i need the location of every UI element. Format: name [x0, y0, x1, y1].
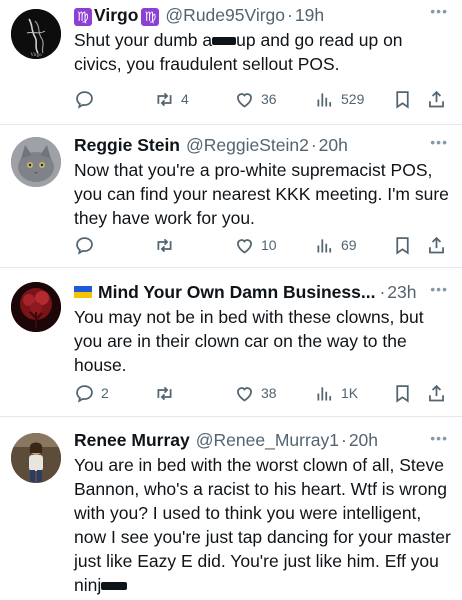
display-name[interactable]: Reggie Stein [74, 134, 180, 156]
separator-dot: · [379, 282, 386, 302]
tweet-text: You may not be in bed with these clowns,… [74, 307, 424, 375]
action-bar: 2 38 1K [74, 381, 450, 405]
views-icon [317, 92, 332, 106]
timestamp[interactable]: 23h [387, 281, 416, 303]
retweet-button[interactable]: 4 [154, 87, 189, 111]
tweet-header: Renee Murray @Renee_Murray1 · 20h [74, 429, 454, 451]
avatar[interactable] [11, 433, 61, 483]
action-bar: 4 36 529 [74, 87, 450, 111]
bookmark-button[interactable] [392, 87, 413, 111]
zodiac-virgo-icon: ♍ [141, 8, 160, 26]
views-icon [317, 238, 332, 252]
reply-icon [76, 384, 93, 403]
display-name[interactable]: Mind Your Own Damn Business... [98, 281, 375, 303]
like-button[interactable]: 38 [234, 381, 277, 405]
retweet-button[interactable] [154, 381, 181, 405]
reply-feed: Virgo ♍ Virgo ♍ @Rude95Virgo · 19h Shut … [0, 0, 462, 600]
tweet-text: Now that you're a pro-white supremacist … [74, 160, 449, 228]
censored-text: ff you [396, 551, 439, 571]
share-button[interactable] [426, 87, 447, 111]
display-name[interactable]: Virgo [94, 4, 138, 26]
share-button[interactable] [426, 233, 447, 257]
like-icon [237, 92, 252, 108]
retweet-icon [157, 238, 172, 252]
reply-icon [76, 90, 93, 109]
avatar-cat-photo [11, 137, 61, 187]
tweet-header: Mind Your Own Damn Business... · 23h [74, 281, 454, 303]
display-name[interactable]: Renee Murray [74, 429, 190, 451]
avatar-virgo-art: Virgo [11, 9, 61, 59]
tweet[interactable]: Virgo ♍ Virgo ♍ @Rude95Virgo · 19h Shut … [0, 0, 462, 125]
timestamp[interactable]: 20h [349, 429, 378, 451]
tweet-header: Reggie Stein @ReggieStein2 · 20h [74, 134, 454, 156]
like-button[interactable]: 10 [234, 233, 277, 257]
share-button[interactable] [426, 381, 447, 405]
bookmark-icon [396, 384, 409, 403]
avatar-red-tree-art [11, 282, 61, 332]
tweet-header: ♍ Virgo ♍ @Rude95Virgo · 19h [74, 4, 454, 26]
views-button[interactable]: 1K [314, 381, 358, 405]
timestamp[interactable]: 19h [295, 4, 324, 26]
more-options-button[interactable]: ••• [430, 282, 448, 296]
separator-dot: · [287, 5, 293, 25]
retweet-button[interactable] [154, 233, 181, 257]
handle[interactable]: @Renee_Murray1 [196, 429, 339, 451]
more-options-button[interactable]: ••• [430, 431, 448, 445]
bookmark-button[interactable] [392, 381, 413, 405]
tweet-text: Shut your dumb a up and go read up on civ… [74, 30, 403, 74]
bookmark-icon [396, 236, 409, 255]
reply-button[interactable] [74, 233, 101, 257]
reply-button[interactable]: 2 [74, 381, 109, 405]
views-button[interactable]: 529 [314, 87, 364, 111]
avatar-caption: Virgo [30, 53, 42, 58]
more-options-button[interactable]: ••• [430, 135, 448, 149]
share-icon [429, 236, 444, 253]
censor-bar [101, 582, 128, 591]
like-icon [237, 386, 252, 402]
timestamp[interactable]: 20h [319, 134, 348, 156]
bookmark-button[interactable] [392, 233, 413, 257]
separator-dot: · [310, 135, 317, 155]
like-icon [237, 238, 252, 254]
zodiac-virgo-icon: ♍ [74, 8, 92, 26]
tweet[interactable]: Renee Murray @Renee_Murray1 · 20h You ar… [0, 417, 462, 600]
action-bar: 10 69 [74, 233, 450, 257]
handle[interactable]: @ReggieStein2 [186, 134, 309, 156]
separator-dot: · [341, 430, 347, 450]
avatar[interactable] [11, 137, 61, 187]
share-icon [429, 90, 444, 107]
avatar[interactable] [11, 282, 61, 332]
retweet-icon [157, 386, 172, 400]
avatar-person-photo [11, 433, 61, 483]
more-options-button[interactable]: ••• [430, 4, 448, 18]
retweet-icon [157, 92, 172, 106]
avatar[interactable]: Virgo [11, 9, 61, 59]
tweet[interactable]: Mind Your Own Damn Business... · 23h You… [0, 268, 462, 417]
tweet-text: You are in bed with the worst clown of a… [74, 455, 451, 595]
like-button[interactable]: 36 [234, 87, 277, 111]
tweet[interactable]: Reggie Stein @ReggieStein2 · 20h Now tha… [0, 125, 462, 268]
views-button[interactable]: 69 [314, 233, 357, 257]
views-icon [317, 386, 332, 400]
share-icon [429, 384, 444, 401]
reply-icon [76, 236, 93, 255]
handle[interactable]: @Rude95Virgo [165, 4, 285, 26]
ukraine-flag-icon [74, 286, 92, 298]
censor-bar [212, 37, 237, 46]
bookmark-icon [396, 90, 409, 109]
reply-button[interactable] [74, 87, 101, 111]
